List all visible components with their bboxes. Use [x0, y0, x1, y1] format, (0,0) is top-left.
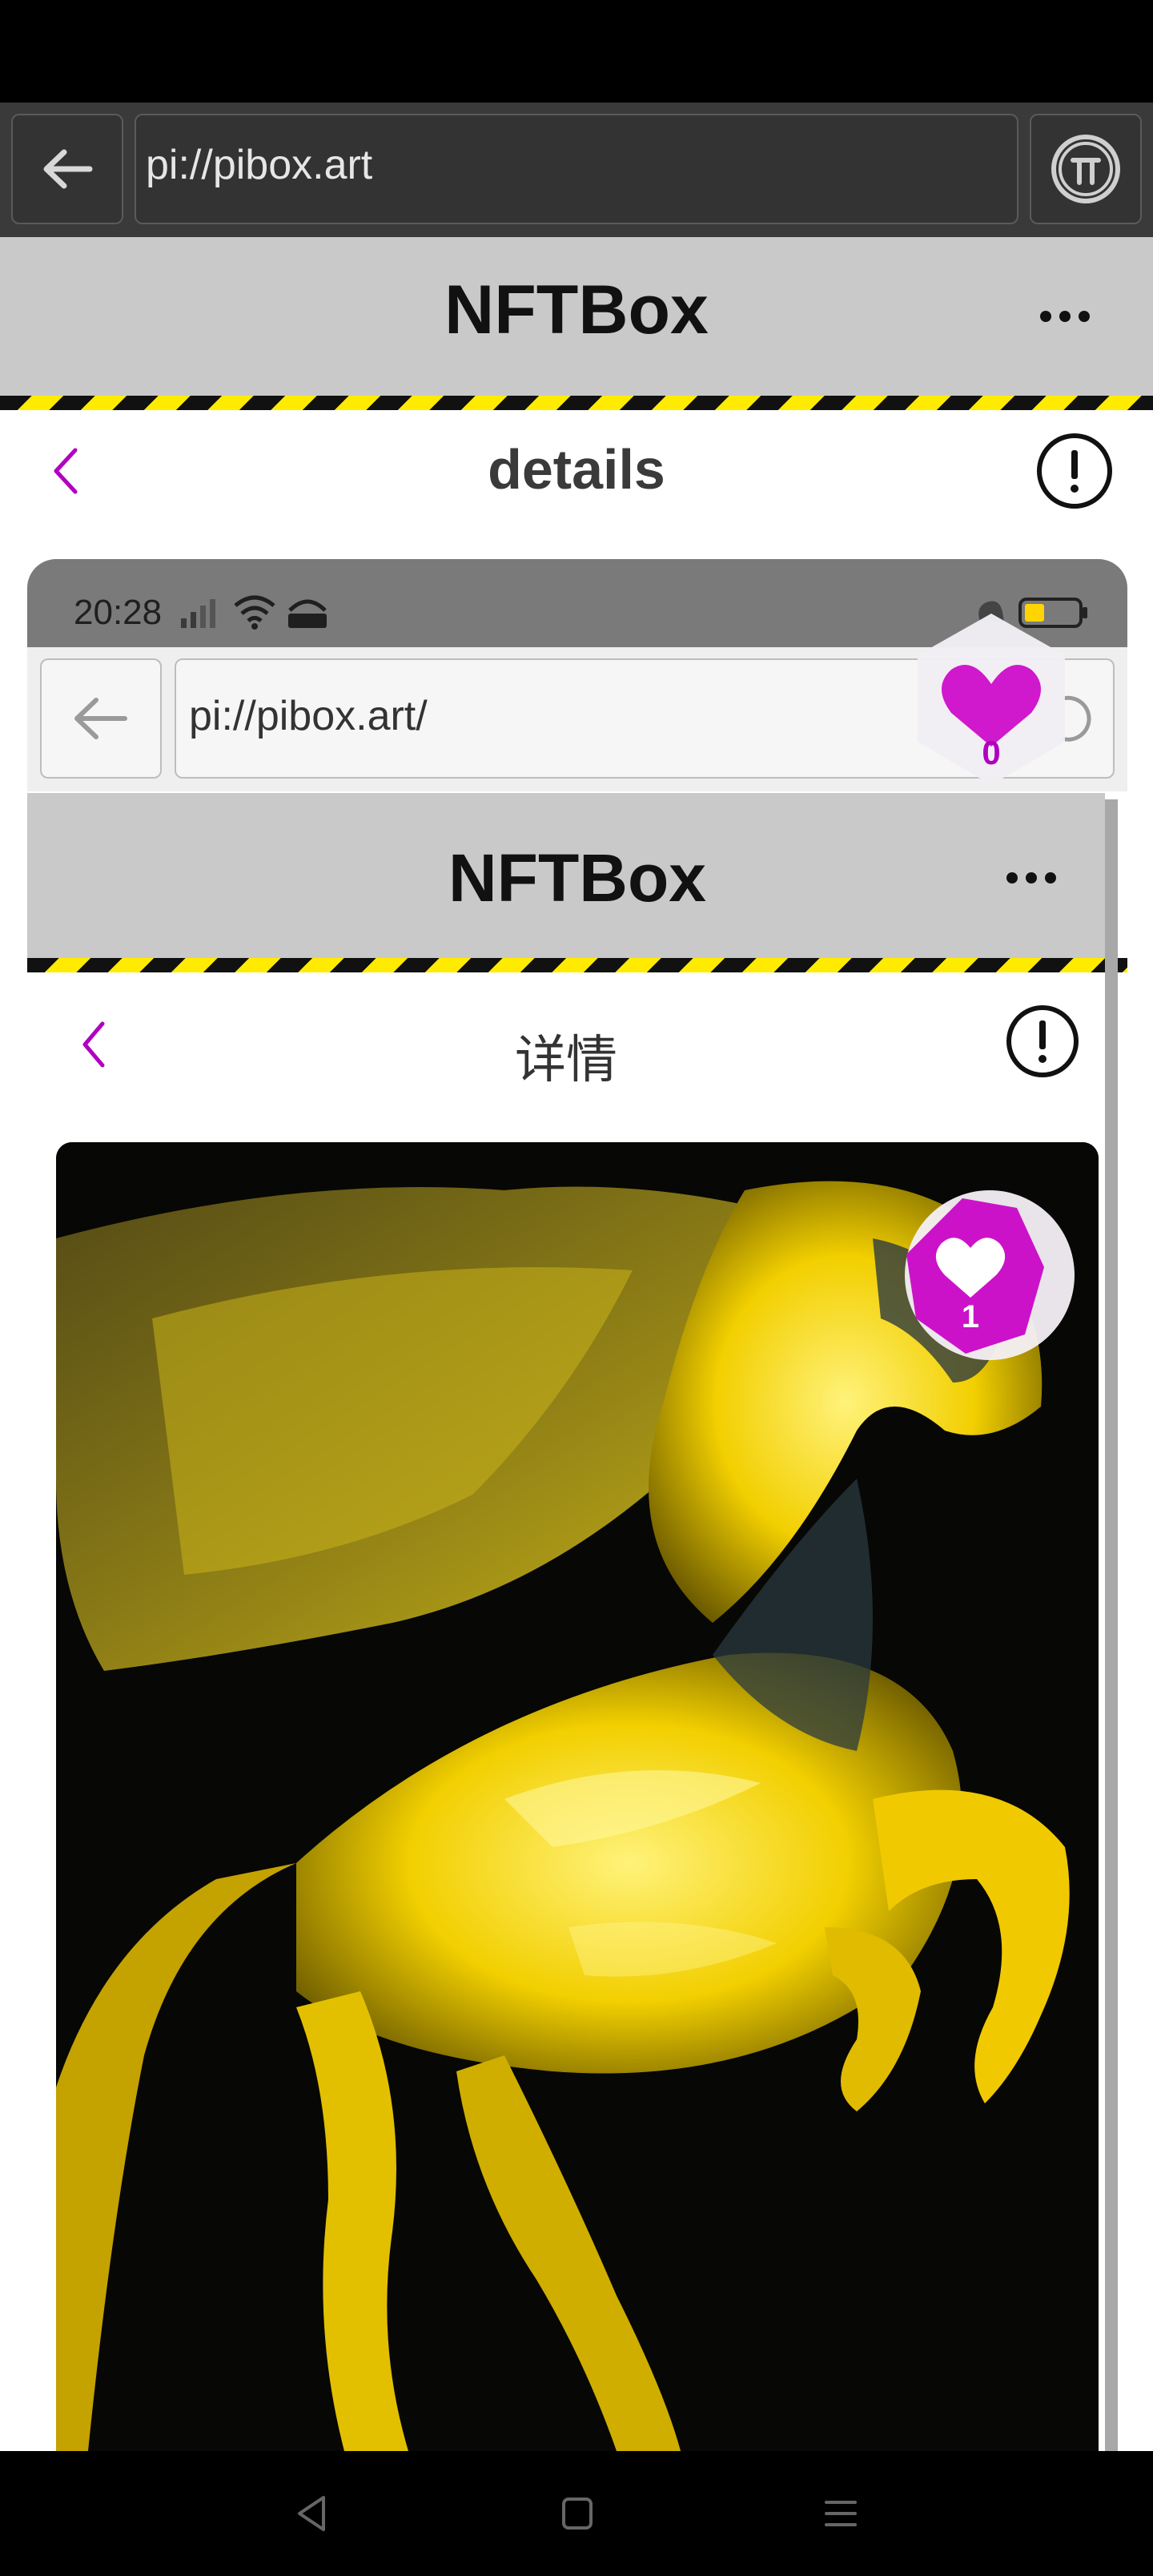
signal-icon [181, 599, 215, 628]
nav-back-icon[interactable] [288, 2489, 336, 2538]
arrow-left-icon [74, 698, 127, 739]
embedded-address-bar-url[interactable]: pi://pibox.art/ [189, 692, 428, 740]
address-bar-url[interactable]: pi://pibox.art [146, 141, 372, 189]
nft-screenshot-frame: 20:28 pi://pibox.art/ NFTBox 详情 1 [27, 559, 1127, 2451]
like-count: 1 [961, 1299, 980, 1334]
page-title: details [488, 438, 665, 501]
nav-home-icon[interactable] [552, 2489, 601, 2538]
more-options-icon[interactable] [999, 852, 1063, 904]
nav-menu-icon[interactable] [817, 2489, 865, 2538]
embedded-status-time: 20:28 [74, 593, 163, 632]
info-icon[interactable] [1033, 429, 1116, 513]
embedded-back-button[interactable] [40, 658, 162, 779]
scrollbar[interactable] [1105, 799, 1118, 2451]
like-count: 0 [982, 734, 1001, 771]
info-icon[interactable] [1002, 1001, 1083, 1081]
like-badge[interactable] [878, 1177, 1086, 1378]
app-title: NFTBox [444, 272, 709, 348]
arrow-left-icon [43, 149, 93, 189]
wifi-icon [234, 595, 275, 630]
more-options-icon[interactable] [1033, 288, 1097, 344]
browser-back-button[interactable] [11, 114, 123, 224]
pi-browser-button[interactable] [1030, 114, 1142, 224]
hazard-stripe-divider [27, 958, 1127, 972]
pi-logo-icon [1051, 135, 1120, 203]
hazard-stripe-divider [0, 396, 1153, 410]
embedded-page-title: 详情 [515, 1031, 617, 1089]
status-bar [0, 0, 1153, 103]
embedded-app-title: NFTBox [448, 840, 706, 916]
vpn-icon [288, 599, 327, 628]
